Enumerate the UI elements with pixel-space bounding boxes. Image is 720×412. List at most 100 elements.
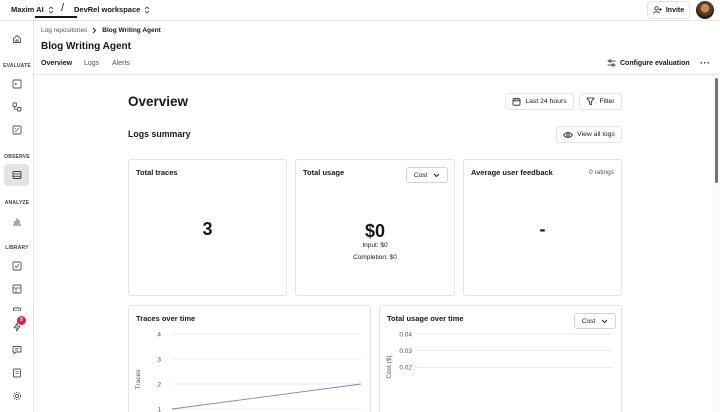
- sidebar-item-logs[interactable]: [4, 164, 29, 186]
- chat-icon: [12, 345, 22, 355]
- traces-chart-title: Traces over time: [136, 314, 196, 323]
- calendar-icon: [512, 97, 521, 106]
- sidebar-item-reports[interactable]: [4, 210, 29, 232]
- total-usage-card: Total usage Cost $0 Input: $0 Completion…: [295, 159, 455, 296]
- logs-summary-title: Logs summary: [128, 129, 191, 139]
- y-axis-label: Cost ($): [386, 355, 393, 378]
- total-traces-card: Total traces 3: [128, 159, 287, 296]
- invite-label: Invite: [665, 6, 685, 14]
- configure-evaluation-label: Configure evaluation: [620, 59, 690, 67]
- y-tick-label: 0.03: [399, 348, 412, 355]
- traces-chart-card: Traces over time 4 3 2 1 Traces: [128, 305, 371, 412]
- sidebar-item-test-runs[interactable]: [4, 119, 29, 141]
- sidebar-item-datasets[interactable]: [4, 278, 29, 300]
- sidebar-item-integrations[interactable]: 5: [4, 316, 29, 338]
- tab-overview[interactable]: Overview: [41, 60, 72, 67]
- usage-completion-cost: Completion: $0: [353, 254, 397, 261]
- book-icon: [12, 368, 22, 378]
- time-range-label: Last 24 hours: [525, 98, 567, 105]
- sidebar-item-context-sources[interactable]: [4, 301, 29, 315]
- filter-button[interactable]: Filter: [579, 93, 622, 110]
- total-traces-value: 3: [202, 219, 213, 239]
- eye-icon: [563, 131, 574, 139]
- usage-metric-select[interactable]: Cost: [406, 167, 448, 183]
- usage-metric-value: Cost: [413, 171, 428, 179]
- traces-line-chart: 4 3 2 1 Traces: [135, 331, 362, 412]
- y-tick-label: 0.02: [399, 365, 412, 372]
- terminal-icon: [12, 79, 22, 89]
- bar-chart-icon: [12, 216, 22, 226]
- org-name: Maxim AI: [11, 5, 44, 14]
- y-tick-label: 2: [157, 381, 161, 388]
- user-feedback-card: Average user feedback 0 ratings -: [463, 159, 622, 296]
- page-title: Blog Writing Agent: [41, 41, 131, 52]
- sidebar-item-settings[interactable]: [4, 385, 29, 407]
- chevron-up-down-icon: [48, 5, 54, 14]
- top-bar: Maxim AI / DevRel workspace Invite: [0, 0, 720, 21]
- y-tick-label: 1: [157, 406, 161, 412]
- overview-title: Overview: [128, 94, 189, 109]
- usage-chart-metric-value: Cost: [581, 317, 596, 325]
- view-all-logs-label: View all logs: [577, 131, 615, 138]
- sidebar-section-library: LIBRARY: [5, 245, 29, 251]
- user-feedback-value: -: [539, 219, 546, 239]
- filter-icon: [586, 97, 596, 106]
- breadcrumb-separator: /: [61, 2, 65, 14]
- tab-logs[interactable]: Logs: [84, 60, 99, 67]
- y-axis-label: Traces: [135, 369, 142, 389]
- active-tab-indicator: [35, 16, 77, 18]
- chevron-up-down-icon: [144, 5, 150, 14]
- sidebar-item-chat[interactable]: [4, 339, 29, 361]
- sidebar-item-home[interactable]: [4, 28, 29, 50]
- sidebar-item-workflows[interactable]: [4, 96, 29, 118]
- y-tick-label: 0.04: [399, 331, 412, 338]
- usage-chart-title: Total usage over time: [387, 314, 464, 323]
- checkbox-icon: [12, 261, 22, 271]
- sliders-icon: [607, 59, 616, 67]
- breadcrumb-current: Blog Writing Agent: [102, 27, 161, 34]
- sidebar-section-evaluate: EVALUATE: [3, 63, 31, 69]
- table-icon: [12, 284, 22, 294]
- usage-chart-card: Total usage over time Cost 0.04 0.03 0.02 C…: [379, 305, 622, 412]
- y-tick-label: 3: [157, 356, 161, 363]
- sidebar-section-observe: OBSERVE: [4, 154, 30, 160]
- sidebar-item-docs[interactable]: [4, 362, 29, 384]
- database-icon: [12, 301, 22, 311]
- user-feedback-title: Average user feedback: [471, 168, 553, 177]
- view-all-logs-button[interactable]: View all logs: [556, 126, 622, 143]
- sidebar-item-evaluators[interactable]: [4, 255, 29, 277]
- chevron-right-icon: [92, 27, 97, 34]
- workspace-switcher[interactable]: DevRel workspace: [74, 5, 150, 14]
- total-usage-value: $0: [364, 221, 386, 241]
- logs-icon: [12, 170, 22, 180]
- invite-button[interactable]: Invite: [647, 1, 690, 19]
- sidebar-section-analyze: ANALYZE: [4, 200, 30, 206]
- sidebar: EVALUATE OBSERVE ANALYZE LIBRARY 5: [0, 21, 34, 412]
- chevron-down-icon: [601, 319, 608, 324]
- ratings-count: 0 ratings: [589, 169, 614, 176]
- usage-input-cost: Input: $0: [362, 242, 388, 249]
- more-options-button[interactable]: ···: [700, 58, 711, 68]
- workspace-name: DevRel workspace: [74, 5, 141, 14]
- scrollbar-thumb[interactable]: [715, 78, 718, 183]
- test-run-icon: [12, 125, 22, 135]
- tab-alerts[interactable]: Alerts: [112, 60, 130, 67]
- total-traces-title: Total traces: [136, 168, 178, 177]
- y-tick-label: 4: [157, 331, 161, 338]
- usage-line-chart: 0.04 0.03 0.02 Cost ($): [386, 331, 612, 379]
- configure-evaluation-button[interactable]: Configure evaluation: [607, 59, 690, 67]
- breadcrumb-log-repositories[interactable]: Log repositories: [41, 27, 87, 34]
- chevron-down-icon: [433, 173, 440, 178]
- series-line: [171, 383, 362, 410]
- time-range-button[interactable]: Last 24 hours: [505, 93, 574, 110]
- avatar[interactable]: [696, 1, 714, 19]
- breadcrumb: Log repositories Blog Writing Agent: [41, 27, 161, 34]
- workflow-icon: [12, 102, 22, 112]
- total-usage-title: Total usage: [303, 168, 345, 177]
- filter-label: Filter: [599, 98, 615, 105]
- add-user-icon: [653, 6, 662, 14]
- gear-icon: [12, 391, 22, 401]
- home-icon: [12, 34, 22, 44]
- org-switcher[interactable]: Maxim AI: [11, 5, 54, 14]
- sidebar-item-prompts[interactable]: [4, 73, 29, 95]
